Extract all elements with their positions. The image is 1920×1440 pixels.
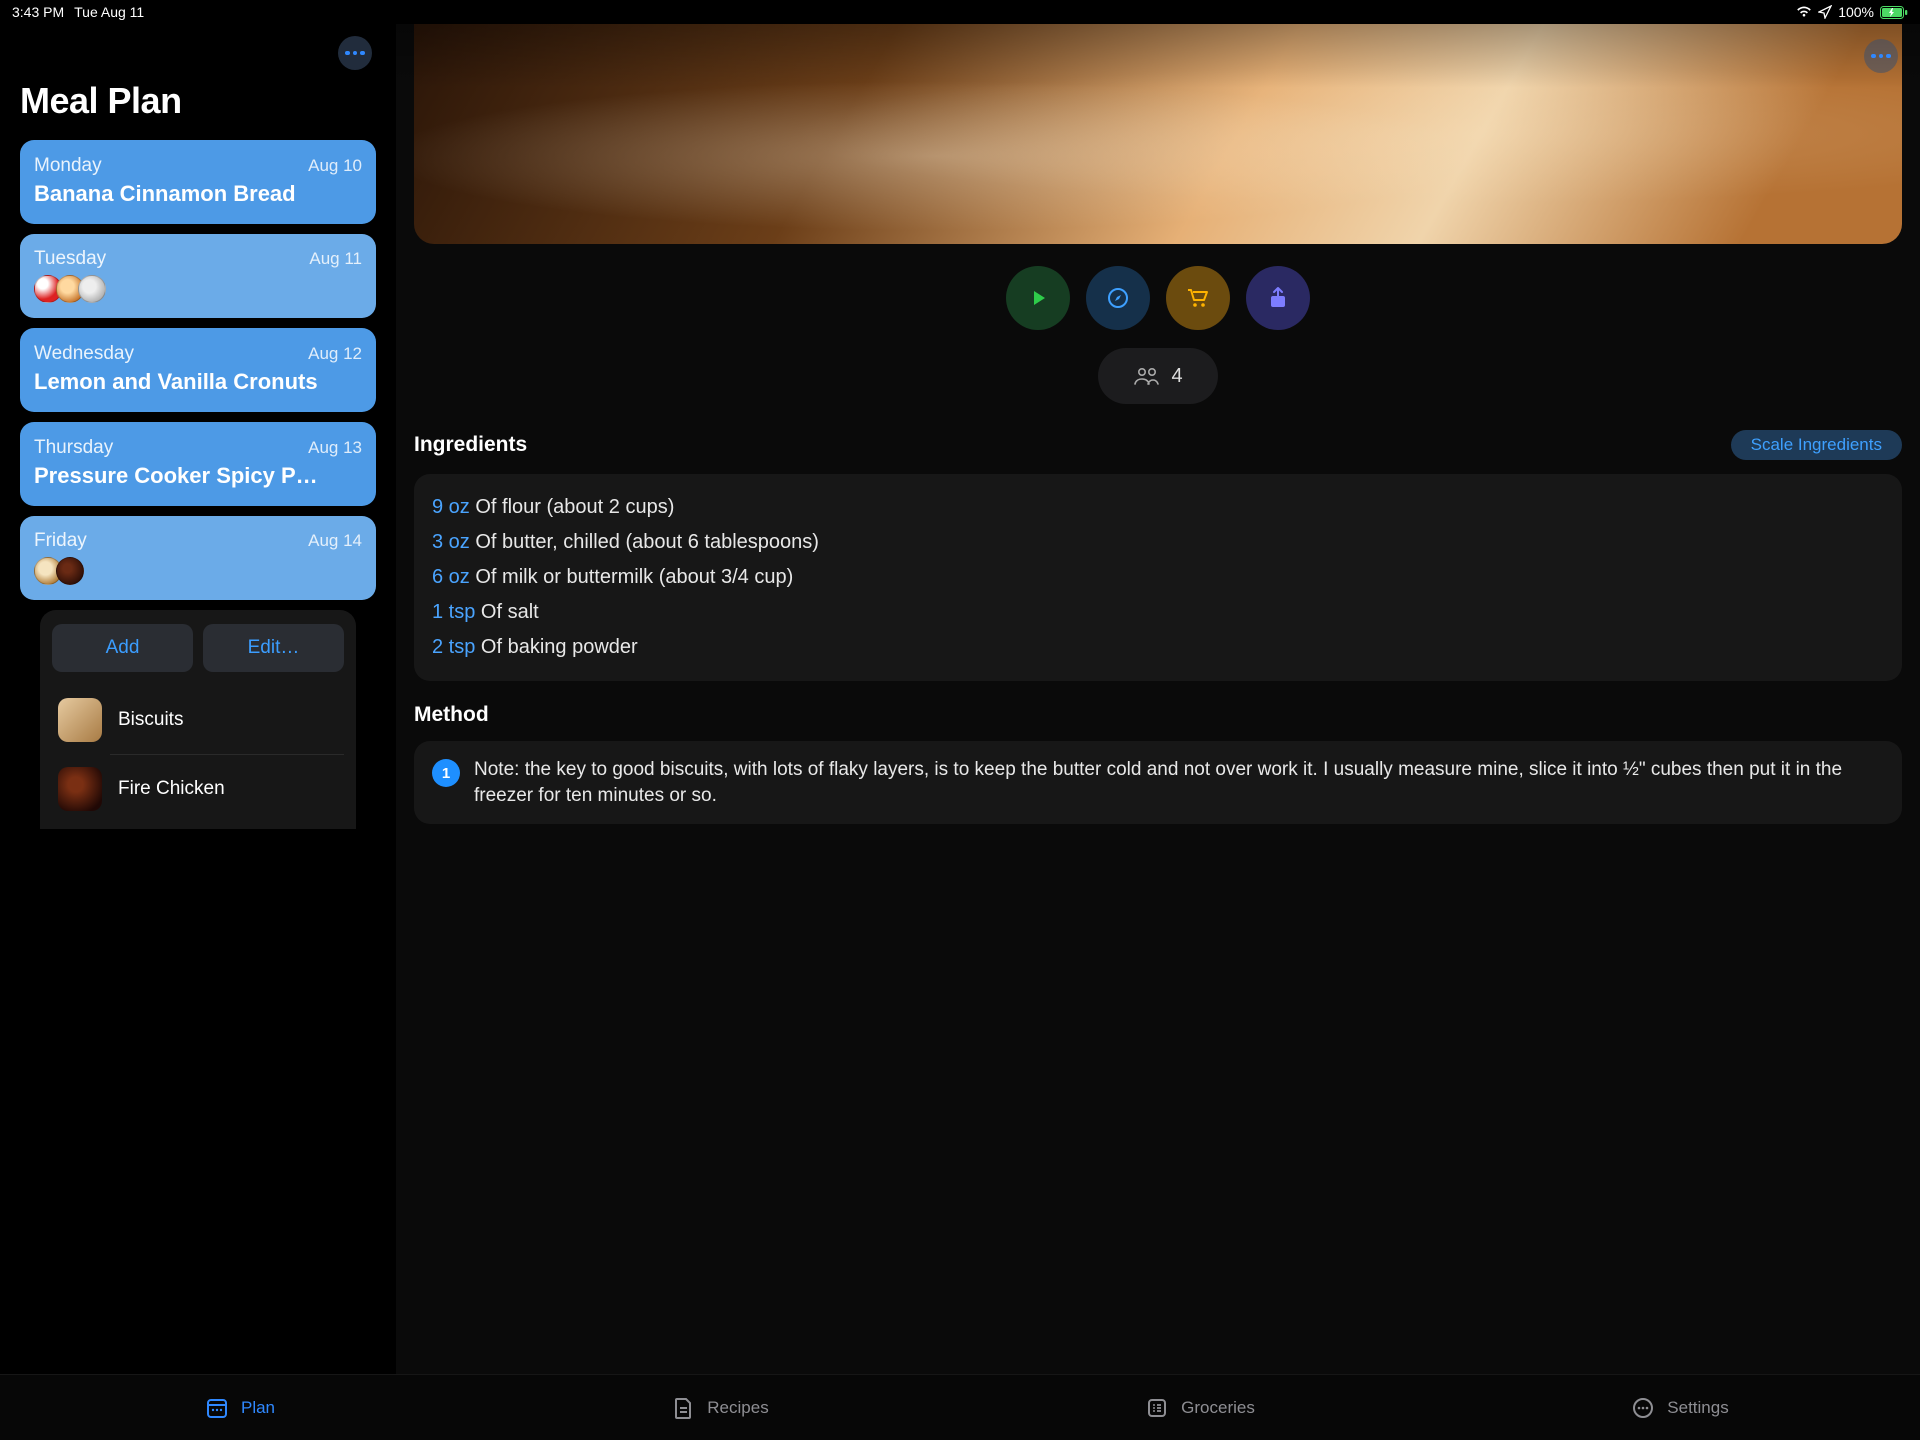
tab-label: Recipes (707, 1398, 768, 1418)
battery-icon (1880, 6, 1908, 19)
method-step: 1 Note: the key to good biscuits, with l… (414, 741, 1902, 824)
plan-day-label: Wednesday (34, 343, 134, 365)
calendar-icon (205, 1396, 229, 1420)
status-bar: 3:43 PM Tue Aug 11 100% (0, 0, 1920, 24)
plan-thumbnails (34, 557, 362, 585)
ellipsis-icon (1871, 54, 1891, 59)
plan-recipe-title: Lemon and Vanilla Cronuts (34, 369, 362, 395)
plan-day-label: Tuesday (34, 248, 106, 270)
battery-percent: 100% (1838, 4, 1874, 20)
ingredient-row[interactable]: 3 oz Of butter, chilled (about 6 tablesp… (432, 525, 1884, 560)
plan-day-label: Monday (34, 155, 102, 177)
wifi-icon (1796, 6, 1812, 18)
play-icon (1027, 287, 1049, 309)
plan-date-label: Aug 12 (308, 344, 362, 364)
document-icon (671, 1396, 695, 1420)
edit-button[interactable]: Edit… (203, 624, 344, 672)
tab-label: Groceries (1181, 1398, 1255, 1418)
location-icon (1818, 5, 1832, 19)
recipe-action-row (396, 266, 1920, 330)
people-icon (1133, 366, 1161, 386)
ingredient-row[interactable]: 9 oz Of flour (about 2 cups) (432, 490, 1884, 525)
plan-recipe-title: Banana Cinnamon Bread (34, 181, 362, 207)
plan-card-thursday[interactable]: Thursday Aug 13 Pressure Cooker Spicy P… (20, 422, 376, 506)
recipe-thumb-icon (78, 275, 106, 303)
ingredient-row[interactable]: 2 tsp Of baking powder (432, 630, 1884, 665)
cart-icon (1185, 286, 1211, 310)
plan-thumbnails (34, 275, 362, 303)
tab-settings[interactable]: Settings (1440, 1375, 1920, 1440)
plan-date-label: Aug 10 (308, 156, 362, 176)
clipboard-item-fire-chicken[interactable]: Fire Chicken (52, 755, 344, 823)
add-to-groceries-button[interactable] (1166, 266, 1230, 330)
plan-card-monday[interactable]: Monday Aug 10 Banana Cinnamon Bread (20, 140, 376, 224)
ellipsis-circle-icon (1631, 1396, 1655, 1420)
ingredient-row[interactable]: 6 oz Of milk or buttermilk (about 3/4 cu… (432, 560, 1884, 595)
plan-recipe-title: Pressure Cooker Spicy P… (34, 463, 362, 489)
compass-icon (1106, 286, 1130, 310)
sidebar-clipboard: Add Edit… Biscuits Fire Chicken (40, 610, 356, 829)
sidebar: Meal Plan Monday Aug 10 Banana Cinnamon … (0, 24, 396, 1440)
share-icon (1267, 286, 1289, 310)
status-time: 3:43 PM (12, 4, 64, 20)
step-number-badge: 1 (432, 759, 460, 787)
plan-card-wednesday[interactable]: Wednesday Aug 12 Lemon and Vanilla Cronu… (20, 328, 376, 412)
recipe-thumb-icon (58, 698, 102, 742)
recipe-thumb-icon (56, 557, 84, 585)
ellipsis-icon (345, 51, 365, 56)
plan-day-label: Thursday (34, 437, 113, 459)
plan-card-tuesday[interactable]: Tuesday Aug 11 (20, 234, 376, 318)
servings-count: 4 (1171, 365, 1182, 388)
clipboard-item-label: Fire Chicken (118, 778, 225, 800)
step-text: Note: the key to good biscuits, with lot… (474, 757, 1884, 808)
clipboard-item-biscuits[interactable]: Biscuits (52, 686, 344, 754)
add-button[interactable]: Add (52, 624, 193, 672)
status-date: Tue Aug 11 (74, 4, 144, 20)
plan-day-label: Friday (34, 530, 87, 552)
page-title: Meal Plan (0, 70, 396, 140)
plan-card-friday[interactable]: Friday Aug 14 (20, 516, 376, 600)
tab-bar: Plan Recipes Groceries Settings (0, 1374, 1920, 1440)
tab-recipes[interactable]: Recipes (480, 1375, 960, 1440)
share-button[interactable] (1246, 266, 1310, 330)
tab-label: Settings (1667, 1398, 1728, 1418)
plan-date-label: Aug 13 (308, 438, 362, 458)
detail-more-button[interactable] (1864, 39, 1898, 73)
scale-ingredients-button[interactable]: Scale Ingredients (1731, 430, 1902, 460)
ingredients-list: 9 oz Of flour (about 2 cups) 3 oz Of but… (414, 474, 1902, 681)
tab-plan[interactable]: Plan (0, 1375, 480, 1440)
ingredient-row[interactable]: 1 tsp Of salt (432, 595, 1884, 630)
list-icon (1145, 1396, 1169, 1420)
tab-groceries[interactable]: Groceries (960, 1375, 1440, 1440)
plan-date-label: Aug 14 (308, 531, 362, 551)
plan-date-label: Aug 11 (309, 249, 362, 269)
recipe-thumb-icon (58, 767, 102, 811)
sidebar-more-button[interactable] (338, 36, 372, 70)
method-heading: Method (414, 703, 489, 727)
cook-button[interactable] (1006, 266, 1070, 330)
servings-button[interactable]: 4 (1098, 348, 1218, 404)
clipboard-item-label: Biscuits (118, 709, 183, 731)
ingredients-heading: Ingredients (414, 433, 527, 457)
tab-label: Plan (241, 1398, 275, 1418)
discover-button[interactable] (1086, 266, 1150, 330)
recipe-detail: 4 Ingredients Scale Ingredients 9 oz Of … (396, 24, 1920, 1440)
